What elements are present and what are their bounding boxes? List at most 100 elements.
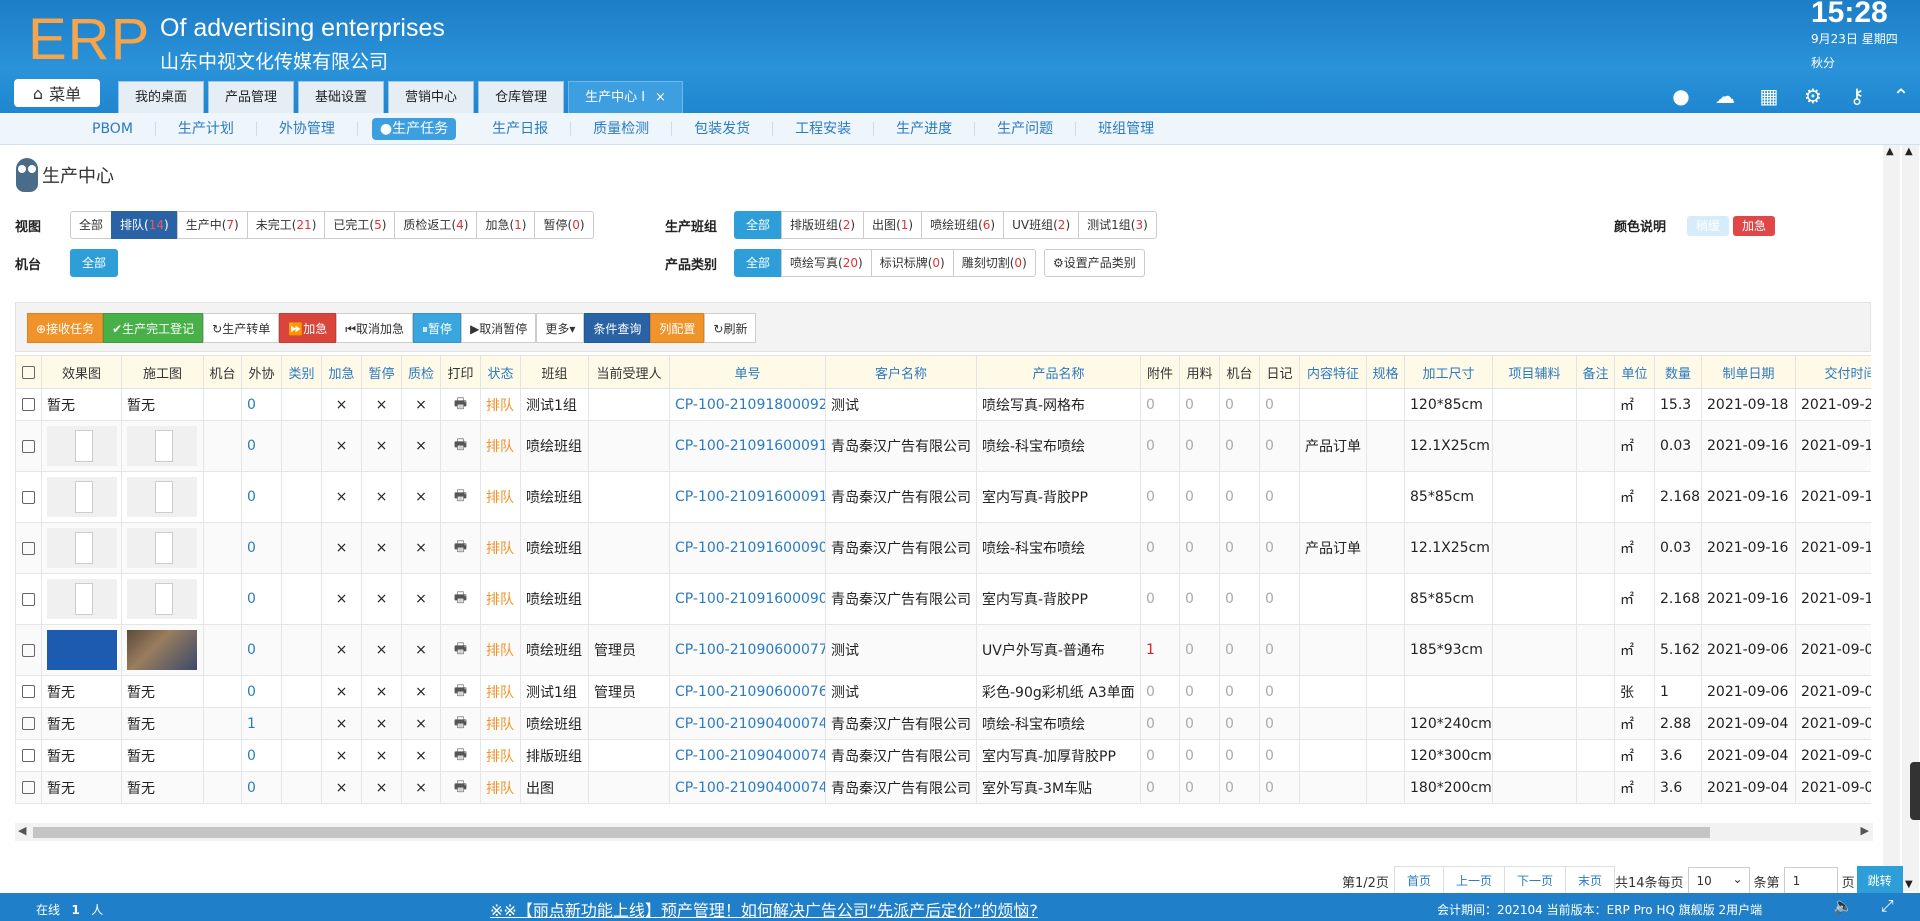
select-cell[interactable]	[15, 707, 42, 740]
column-header[interactable]: 备注	[1576, 355, 1615, 389]
category-filter-button[interactable]: 雕刻切割(0)	[952, 249, 1036, 277]
subnav-daily[interactable]: 生产日报	[470, 121, 572, 136]
attachment-cell[interactable]: 0	[1140, 388, 1180, 421]
attachment-cell[interactable]: 0	[1140, 707, 1180, 740]
outsource-count[interactable]: 0	[247, 540, 256, 556]
row-checkbox[interactable]	[22, 685, 35, 698]
outsource-cell[interactable]: 0	[241, 420, 282, 472]
column-header[interactable]: 产品名称	[976, 355, 1141, 389]
outsource-cell[interactable]: 0	[241, 522, 282, 574]
subnav-problems[interactable]: 生产问题	[975, 121, 1077, 136]
attachment-cell[interactable]: 0	[1140, 522, 1180, 574]
column-header[interactable]: 类别	[281, 355, 322, 389]
effect-thumbnail[interactable]	[47, 528, 117, 568]
print-cell[interactable]: 🖶	[440, 420, 481, 472]
column-header[interactable]: 制单日期	[1701, 355, 1796, 389]
key-icon[interactable]: ⚷	[1846, 84, 1868, 108]
row-checkbox[interactable]	[22, 781, 35, 794]
user-icon[interactable]: ●	[1670, 84, 1692, 108]
view-filter-button[interactable]: 暂停(0)	[534, 211, 594, 239]
attachment-cell[interactable]: 0	[1140, 739, 1180, 772]
team-filter-button[interactable]: UV班组(2)	[1003, 211, 1080, 239]
outsource-count[interactable]: 0	[247, 438, 256, 454]
order-number-link[interactable]: CP-100-21091600090	[675, 591, 825, 607]
attachment-count[interactable]: 0	[1146, 438, 1155, 454]
column-header[interactable]: 数量	[1654, 355, 1702, 389]
attachment-cell[interactable]: 0	[1140, 471, 1180, 523]
column-header[interactable]: 当前受理人	[588, 355, 670, 389]
outsource-cell[interactable]: 1	[241, 707, 282, 740]
urgent-button[interactable]: ⏩加急	[279, 313, 337, 343]
go-button[interactable]: 跳转	[1856, 866, 1903, 896]
order-number-link[interactable]: CP-100-21090400074	[675, 748, 825, 764]
order-number-cell[interactable]: CP-100-21091600091	[669, 420, 826, 472]
tab-marketing[interactable]: 营销中心	[388, 81, 475, 113]
select-cell[interactable]	[15, 471, 42, 523]
printer-icon[interactable]: 🖶	[454, 437, 467, 453]
order-number-cell[interactable]: CP-100-21090600076	[669, 675, 826, 708]
row-checkbox[interactable]	[22, 541, 35, 555]
column-header[interactable]: 机台	[1219, 355, 1260, 389]
menu-button[interactable]: ⌂ 菜单	[14, 79, 100, 107]
outsource-cell[interactable]: 0	[241, 739, 282, 772]
column-header[interactable]: 暂停	[361, 355, 402, 389]
table-row[interactable]: 暂无 暂无 0 × × × 🖶 排队 测试1组 管理员 CP-100-21090600076 测试 彩色…	[15, 675, 1871, 708]
construction-thumbnail[interactable]	[127, 630, 197, 670]
view-filter-button[interactable]: 未完工(21)	[246, 211, 326, 239]
attachment-cell[interactable]: 0	[1140, 771, 1180, 804]
receive-task-button[interactable]: ⊕接收任务	[27, 313, 104, 343]
order-number-link[interactable]: CP-100-21091600091	[675, 489, 825, 505]
tab-desktop[interactable]: 我的桌面	[118, 81, 205, 113]
select-cell[interactable]	[15, 420, 42, 472]
announcement-link[interactable]: ※※【丽点新功能上线】预产管理！如何解决广告公司“先派产后定价”的烦恼?	[490, 897, 1038, 921]
column-header[interactable]: 附件	[1140, 355, 1180, 389]
construction-thumbnail[interactable]	[127, 477, 197, 517]
scroll-up-icon[interactable]: ▲	[1886, 146, 1894, 157]
order-number-link[interactable]: CP-100-21090600077	[675, 642, 825, 658]
column-header[interactable]: 外协	[241, 355, 282, 389]
print-cell[interactable]: 🖶	[440, 624, 481, 676]
order-number-link[interactable]: CP-100-21091600091	[675, 438, 825, 454]
effect-image-cell[interactable]	[41, 420, 122, 472]
outsource-count[interactable]: 0	[247, 684, 256, 700]
column-header[interactable]: 质检	[401, 355, 441, 389]
view-filter-button[interactable]: 全部	[70, 211, 113, 239]
column-header[interactable]: 内容特征	[1299, 355, 1367, 389]
category-filter-button[interactable]: 标识标牌(0)	[870, 249, 954, 277]
column-header[interactable]: 打印	[440, 355, 481, 389]
print-cell[interactable]: 🖶	[440, 573, 481, 625]
attachment-count[interactable]: 0	[1146, 684, 1155, 700]
gear-icon[interactable]: ⚙	[1802, 84, 1824, 108]
subnav-progress[interactable]: 生产进度	[874, 121, 976, 136]
column-header[interactable]: 班组	[520, 355, 589, 389]
effect-thumbnail[interactable]	[47, 426, 117, 466]
select-cell[interactable]	[15, 388, 42, 421]
subnav-plan[interactable]: 生产计划	[156, 121, 257, 136]
next-page-button[interactable]: 下一页	[1503, 866, 1566, 896]
view-filter-button[interactable]: 已完工(5)	[324, 211, 396, 239]
column-header[interactable]: 项目辅料	[1492, 355, 1577, 389]
row-checkbox[interactable]	[22, 490, 35, 504]
column-header[interactable]: 日记	[1259, 355, 1300, 389]
column-header[interactable]: 用料	[1179, 355, 1220, 389]
subnav-teams[interactable]: 班组管理	[1076, 122, 1176, 136]
effect-image-cell[interactable]	[41, 522, 122, 574]
print-cell[interactable]: 🖶	[440, 675, 481, 708]
subnav-outsource[interactable]: 外协管理	[257, 121, 358, 136]
order-number-link[interactable]: CP-100-21091800092	[675, 397, 825, 413]
attachment-cell[interactable]: 0	[1140, 573, 1180, 625]
select-cell[interactable]	[15, 624, 42, 676]
attachment-count[interactable]: 0	[1146, 748, 1155, 764]
view-filter-button[interactable]: 生产中(7)	[176, 211, 248, 239]
column-header[interactable]: 规格	[1366, 355, 1405, 389]
table-row[interactable]: 暂无 暂无 1 × × × 🖶 排队 喷绘班组 CP-100-21090400074 青岛秦汉广告有…	[15, 707, 1871, 740]
select-cell[interactable]	[15, 522, 42, 574]
table-row[interactable]: 0 × × × 🖶 排队 喷绘班组 CP-100-21091600091 青岛秦汉广告有限公司喷…	[15, 420, 1871, 472]
view-filter-button[interactable]: 加急(1)	[476, 211, 536, 239]
row-checkbox[interactable]	[22, 717, 35, 730]
tab-warehouse[interactable]: 仓库管理	[478, 81, 565, 113]
subnav-shipping[interactable]: 包装发货	[672, 121, 774, 136]
team-filter-button[interactable]: 出图(1)	[863, 211, 923, 239]
horizontal-scrollbar[interactable]: ◀ ▶	[15, 823, 1873, 841]
printer-icon[interactable]: 🖶	[454, 747, 467, 763]
